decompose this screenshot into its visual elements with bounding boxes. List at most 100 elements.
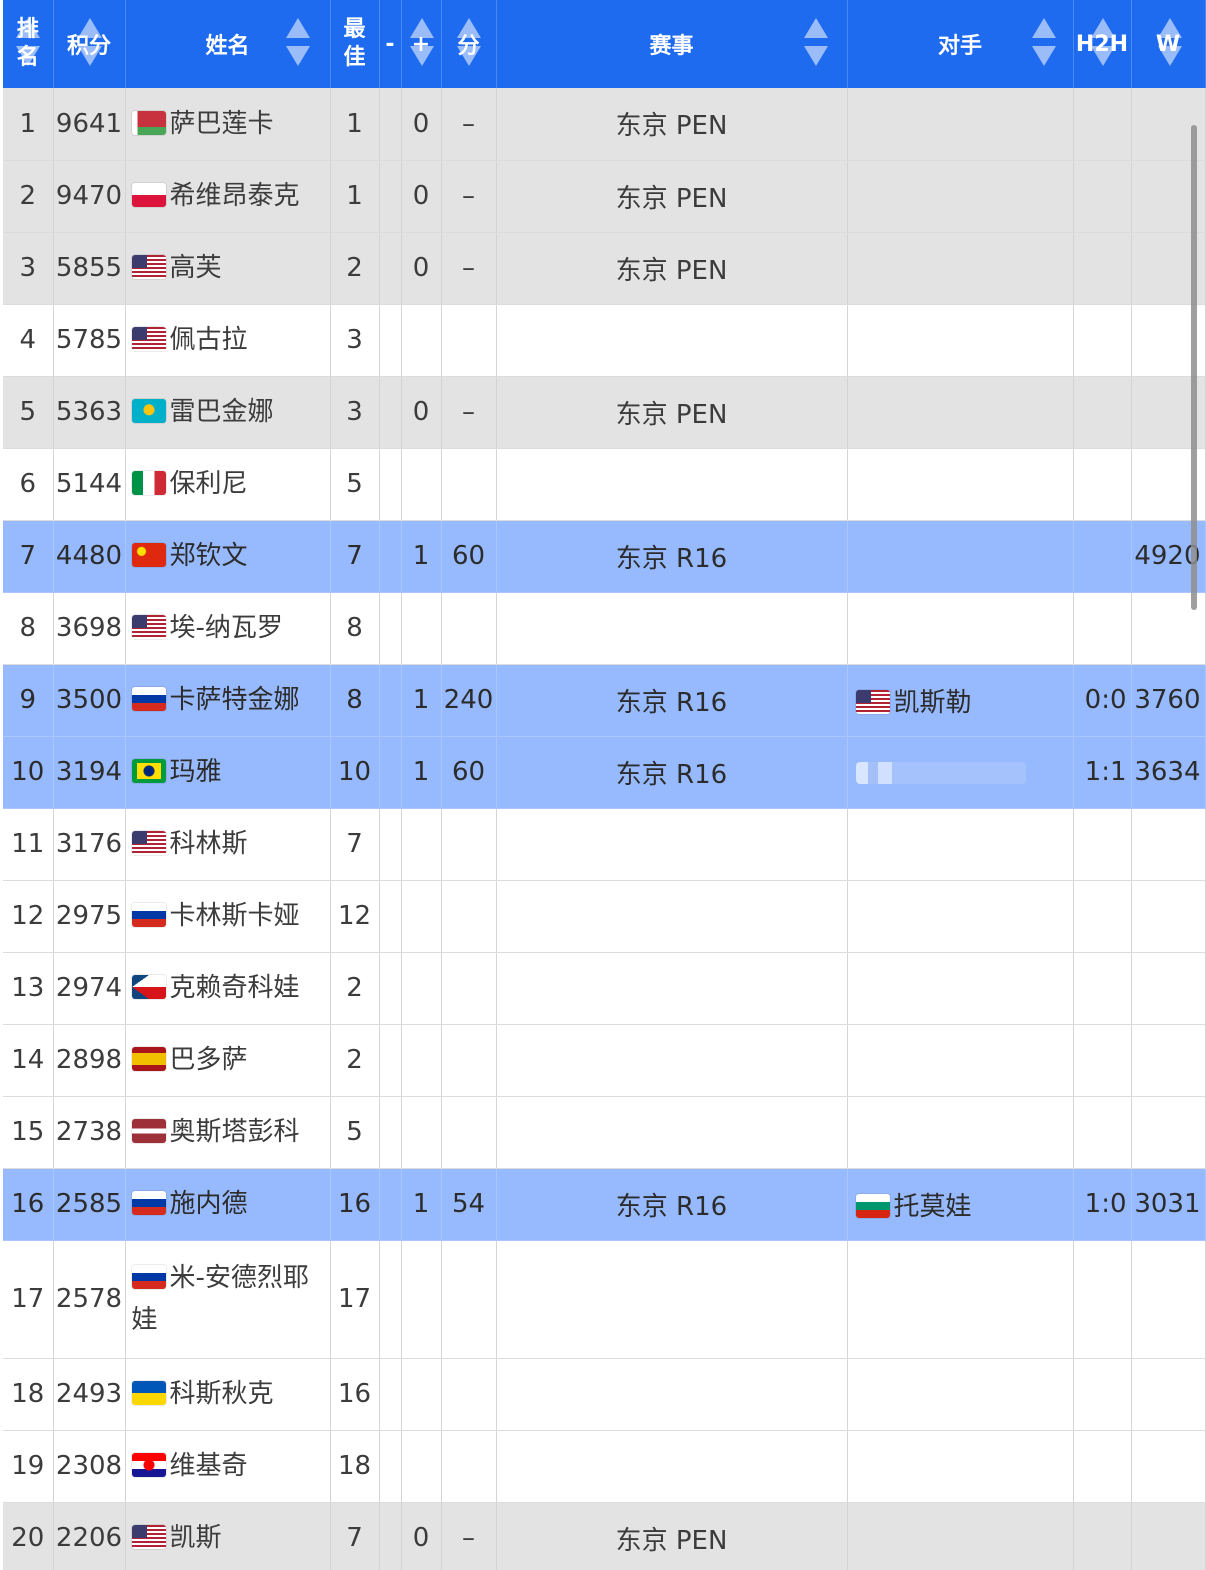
header-h2h[interactable]: H2H — [1073, 0, 1132, 88]
header-rank[interactable]: 排名 — [3, 0, 54, 88]
player-name[interactable]: 卡萨特金娜 — [170, 685, 300, 715]
best-cell: 2 — [330, 232, 380, 305]
player-name[interactable]: 维基奇 — [170, 1451, 248, 1481]
table-row[interactable]: 2 9470 希维昂泰克 1 0 – 东京 PEN — [3, 160, 1206, 233]
player-name[interactable]: 高芙 — [170, 253, 222, 283]
opponent-cell — [847, 736, 1074, 809]
opponent-cell — [847, 376, 1074, 449]
player-name[interactable]: 佩古拉 — [170, 325, 248, 355]
event-value: 东京 R16 — [615, 759, 728, 790]
table-row[interactable]: 8 3698 埃-纳瓦罗 8 — [3, 592, 1206, 665]
table-row[interactable]: 15 2738 奥斯塔彭科 5 — [3, 1096, 1206, 1169]
best-cell: 16 — [330, 1168, 380, 1241]
change-cell — [379, 808, 402, 881]
player-name[interactable]: 科林斯 — [170, 829, 248, 859]
points-value: 2308 — [55, 1451, 123, 1481]
header-best[interactable]: 最佳 — [330, 0, 380, 88]
points-cell: 2975 — [53, 880, 126, 953]
table-row[interactable]: 6 5144 保利尼 5 — [3, 448, 1206, 521]
rank-value: 2 — [19, 181, 37, 211]
header-points[interactable]: 积分 — [53, 0, 126, 88]
event-cell — [496, 1024, 848, 1097]
usa-flag-icon — [131, 327, 166, 351]
table-row[interactable]: 3 5855 高芙 2 0 – 东京 PEN — [3, 232, 1206, 305]
player-name[interactable]: 巴多萨 — [170, 1045, 248, 1075]
header-added[interactable]: 分 — [441, 0, 497, 88]
h2h-cell — [1073, 1430, 1132, 1503]
player-name[interactable]: 奥斯塔彭科 — [170, 1117, 300, 1147]
name-cell: 科林斯 — [125, 808, 331, 881]
rank-value: 20 — [11, 1523, 45, 1553]
h2h-cell: 1:1 — [1073, 736, 1132, 809]
round-cell — [401, 1096, 442, 1169]
h2h-cell — [1073, 520, 1132, 593]
best-cell: 12 — [330, 880, 380, 953]
added-points-value: 60 — [451, 541, 486, 571]
blurred-opponent-icon — [855, 761, 1026, 784]
added-points-value: 240 — [443, 685, 494, 715]
table-row[interactable]: 14 2898 巴多萨 2 — [3, 1024, 1206, 1097]
rank-cell: 14 — [3, 1024, 54, 1097]
name-cell: 科斯秋克 — [125, 1358, 331, 1431]
best-cell: 5 — [330, 1096, 380, 1169]
player-name[interactable]: 埃-纳瓦罗 — [170, 613, 283, 643]
header-round[interactable]: + — [401, 0, 442, 88]
table-row[interactable]: 1 9641 萨巴莲卡 1 0 – 东京 PEN — [3, 88, 1206, 161]
player-name[interactable]: 凯斯 — [170, 1523, 222, 1553]
player-name[interactable]: 雷巴金娜 — [170, 397, 274, 427]
header-name[interactable]: 姓名 — [125, 0, 331, 88]
table-row[interactable]: 7 4480 郑钦文 7 1 60 东京 R16 4920 — [3, 520, 1206, 593]
header-event[interactable]: 赛事 — [496, 0, 848, 88]
points-value: 4480 — [55, 541, 123, 571]
points-cell: 9641 — [53, 88, 126, 161]
points-value: 5363 — [55, 397, 123, 427]
opponent-name[interactable]: 凯斯勒 — [894, 688, 972, 718]
added-cell: – — [441, 376, 497, 449]
table-row[interactable]: 10 3194 玛雅 10 1 60 东京 R16 1:1 3634 — [3, 736, 1206, 809]
event-cell — [496, 880, 848, 953]
table-row[interactable]: 12 2975 卡林斯卡娅 12 — [3, 880, 1206, 953]
round-value: 1 — [412, 541, 430, 571]
points-value: 2206 — [55, 1523, 123, 1553]
player-name[interactable]: 科斯秋克 — [170, 1379, 274, 1409]
player-name[interactable]: 郑钦文 — [170, 541, 248, 571]
table-row[interactable]: 5 5363 雷巴金娜 3 0 – 东京 PEN — [3, 376, 1206, 449]
vertical-scrollbar[interactable] — [1191, 125, 1197, 610]
table-row[interactable]: 18 2493 科斯秋克 16 — [3, 1358, 1206, 1431]
player-name[interactable]: 卡林斯卡娅 — [170, 901, 300, 931]
player-name[interactable]: 希维昂泰克 — [170, 181, 300, 211]
event-cell: 东京 PEN — [496, 376, 848, 449]
rank-cell: 13 — [3, 952, 54, 1025]
name-cell: 保利尼 — [125, 448, 331, 521]
best-value: 10 — [337, 757, 372, 787]
best-cell: 1 — [330, 160, 380, 233]
event-cell: 东京 PEN — [496, 232, 848, 305]
best-cell: 18 — [330, 1430, 380, 1503]
table-row[interactable]: 17 2578 米-安德烈耶娃 17 — [3, 1240, 1206, 1359]
table-row[interactable]: 13 2974 克赖奇科娃 2 — [3, 952, 1206, 1025]
event-value: 东京 PEN — [615, 399, 728, 430]
player-name[interactable]: 施内德 — [170, 1189, 248, 1219]
table-row[interactable]: 9 3500 卡萨特金娜 8 1 240 东京 R16 凯斯勒 0:0 3760 — [3, 664, 1206, 737]
points-value: 2493 — [55, 1379, 123, 1409]
added-cell — [441, 304, 497, 377]
player-name[interactable]: 萨巴莲卡 — [170, 109, 274, 139]
table-row[interactable]: 4 5785 佩古拉 3 — [3, 304, 1206, 377]
player-name[interactable]: 保利尼 — [170, 469, 248, 499]
table-row[interactable]: 19 2308 维基奇 18 — [3, 1430, 1206, 1503]
player-name[interactable]: 玛雅 — [170, 757, 222, 787]
table-row[interactable]: 20 2206 凯斯 7 0 – 东京 PEN — [3, 1502, 1206, 1570]
header-opponent[interactable]: 对手 — [847, 0, 1074, 88]
table-row[interactable]: 11 3176 科林斯 7 — [3, 808, 1206, 881]
points-cell: 5144 — [53, 448, 126, 521]
rank-value: 12 — [11, 901, 45, 931]
header-w[interactable]: W — [1131, 0, 1206, 88]
opponent-name[interactable]: 托莫娃 — [894, 1192, 972, 1222]
croatia-flag-icon — [131, 1453, 166, 1477]
kazakhstan-flag-icon — [131, 399, 166, 423]
header-change[interactable]: - — [379, 0, 402, 88]
player-name[interactable]: 克赖奇科娃 — [170, 973, 300, 1003]
china-flag-icon — [131, 543, 166, 567]
table-row[interactable]: 16 2585 施内德 16 1 54 东京 R16 托莫娃 1:0 3031 — [3, 1168, 1206, 1241]
best-value: 8 — [346, 685, 363, 715]
